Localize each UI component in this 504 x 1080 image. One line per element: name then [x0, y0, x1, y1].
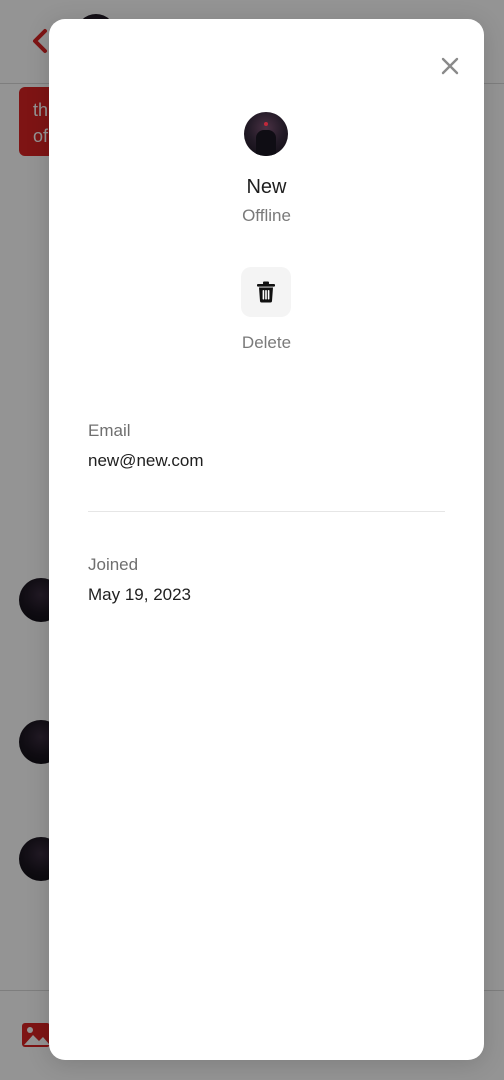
user-profile-modal: New Offline Delete Email new@new.com Joi…	[49, 19, 484, 1060]
delete-button[interactable]	[241, 267, 291, 317]
profile-name: New	[246, 176, 287, 198]
trash-icon	[257, 281, 275, 303]
divider	[88, 511, 445, 512]
delete-label: Delete	[241, 333, 292, 352]
profile-status: Offline	[242, 206, 291, 225]
avatar-highlight	[264, 122, 268, 126]
profile-avatar	[244, 112, 288, 156]
joined-value: May 19, 2023	[88, 585, 192, 604]
joined-label: Joined	[88, 555, 139, 574]
close-icon	[441, 57, 459, 75]
email-value: new@new.com	[88, 451, 204, 470]
email-label: Email	[88, 421, 131, 440]
close-button[interactable]	[435, 51, 465, 81]
avatar-figure	[256, 130, 276, 156]
